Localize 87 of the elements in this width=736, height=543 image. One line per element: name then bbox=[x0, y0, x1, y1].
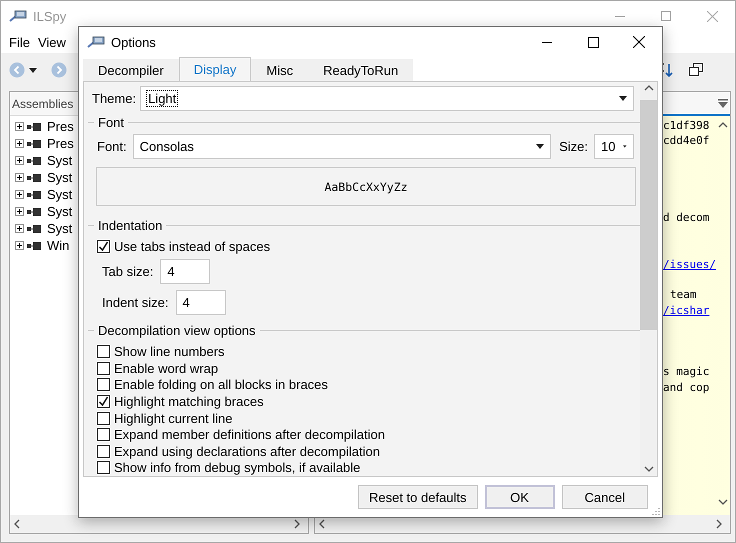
menu-item[interactable]: View bbox=[34, 34, 70, 50]
expand-icon[interactable] bbox=[15, 190, 24, 199]
code-text: d decom bbox=[663, 211, 710, 224]
checkbox[interactable] bbox=[97, 428, 110, 442]
font-dropdown[interactable]: Consolas bbox=[132, 134, 552, 159]
tree-item[interactable]: Win bbox=[47, 238, 70, 253]
dialog-button[interactable]: Cancel bbox=[562, 485, 648, 509]
expand-icon[interactable] bbox=[15, 156, 24, 165]
checkbox-label: Enable word wrap bbox=[114, 360, 218, 376]
input-field[interactable]: 4 bbox=[160, 258, 210, 284]
windows-icon[interactable] bbox=[689, 63, 703, 77]
size-dropdown[interactable]: 10 bbox=[594, 134, 634, 159]
code-link[interactable]: /icshar bbox=[663, 304, 710, 317]
field-label: Tab size: bbox=[102, 264, 154, 278]
app-icon bbox=[87, 35, 105, 49]
font-sample: AaBbCcXxYyZz bbox=[96, 167, 636, 206]
assembly-icon bbox=[27, 156, 41, 164]
resize-grip-icon[interactable] bbox=[651, 506, 660, 515]
close-icon[interactable] bbox=[633, 36, 645, 48]
code-link[interactable]: /issues/ bbox=[663, 258, 716, 271]
caret-icon bbox=[536, 144, 544, 149]
caret-icon bbox=[619, 96, 627, 101]
checkbox[interactable] bbox=[97, 378, 110, 392]
tree-item[interactable]: Syst bbox=[47, 153, 72, 168]
tree-item[interactable]: Pres bbox=[47, 119, 74, 134]
expand-icon[interactable] bbox=[15, 173, 24, 182]
checkbox[interactable] bbox=[97, 240, 110, 254]
code-text: cdd4e0f bbox=[663, 134, 710, 148]
dialog-title: Options bbox=[111, 34, 156, 50]
expand-icon[interactable] bbox=[15, 241, 24, 250]
checkbox[interactable] bbox=[97, 461, 110, 474]
expand-icon[interactable] bbox=[15, 139, 24, 148]
expand-icon[interactable] bbox=[15, 207, 24, 216]
tab[interactable]: Decompiler bbox=[83, 59, 179, 81]
checkbox-label: Expand member definitions after decompilation bbox=[114, 427, 385, 442]
checkbox[interactable] bbox=[97, 362, 110, 375]
assembly-icon bbox=[27, 224, 41, 232]
checkbox[interactable] bbox=[97, 412, 110, 425]
assembly-icon bbox=[27, 208, 41, 216]
app-icon bbox=[9, 9, 27, 23]
field-label: Indent size: bbox=[102, 294, 168, 310]
tree-item[interactable]: Syst bbox=[47, 221, 72, 236]
code-text: and cop bbox=[663, 380, 710, 394]
tree-item[interactable]: Pres bbox=[47, 136, 74, 151]
checkbox-label: Show line numbers bbox=[114, 344, 225, 360]
checkbox[interactable] bbox=[97, 345, 110, 358]
tree-item[interactable]: Syst bbox=[47, 204, 72, 219]
checkbox[interactable] bbox=[97, 444, 110, 458]
code-text: s magic bbox=[663, 365, 710, 378]
dropdown-icon[interactable] bbox=[718, 98, 728, 108]
field-label: Size: bbox=[559, 139, 588, 154]
assembly-icon bbox=[27, 140, 41, 148]
dialog-button[interactable]: Reset to defaults bbox=[358, 485, 478, 509]
scrollbar-thumb[interactable] bbox=[640, 100, 657, 330]
checkbox-label: Use tabs instead of spaces bbox=[114, 239, 270, 254]
theme-dropdown[interactable]: Light bbox=[140, 86, 634, 111]
window-title: ILSpy bbox=[33, 8, 66, 24]
code-text: c1df398 bbox=[663, 119, 710, 132]
group-title: Font bbox=[98, 115, 124, 130]
tab[interactable]: Misc bbox=[251, 59, 308, 81]
dialog-button[interactable]: OK bbox=[484, 485, 555, 509]
field-label: Theme: bbox=[92, 91, 136, 106]
expand-icon[interactable] bbox=[15, 122, 24, 131]
menu-item[interactable]: File bbox=[5, 34, 34, 50]
input-field[interactable]: 4 bbox=[176, 290, 226, 314]
code-text: team bbox=[670, 288, 696, 302]
group-title: Indentation bbox=[98, 218, 162, 234]
checkbox-label: Highlight matching braces bbox=[114, 394, 264, 409]
tree-item[interactable]: Syst bbox=[47, 170, 72, 185]
checkbox-label: Expand using declarations after decompilation bbox=[114, 444, 380, 459]
assembly-icon bbox=[27, 174, 41, 182]
assembly-icon bbox=[27, 122, 41, 130]
expand-icon[interactable] bbox=[15, 224, 24, 233]
checkbox-label: Show info from debug symbols, if available bbox=[114, 460, 360, 476]
tab[interactable]: Display bbox=[178, 57, 252, 81]
field-label: Font: bbox=[97, 139, 127, 154]
assembly-icon bbox=[27, 242, 41, 250]
tree-item[interactable]: Syst bbox=[47, 187, 72, 202]
checkbox-label: Enable folding on all blocks in braces bbox=[114, 377, 328, 392]
checkbox-label: Highlight current line bbox=[114, 410, 233, 426]
checkbox[interactable] bbox=[97, 394, 110, 408]
assembly-icon bbox=[27, 190, 41, 198]
tab[interactable]: ReadyToRun bbox=[308, 59, 414, 81]
group-title: Decompilation view options bbox=[98, 322, 256, 338]
caret-icon bbox=[623, 144, 627, 149]
maximize-icon[interactable] bbox=[588, 36, 598, 48]
dropdown-icon bbox=[29, 68, 37, 72]
